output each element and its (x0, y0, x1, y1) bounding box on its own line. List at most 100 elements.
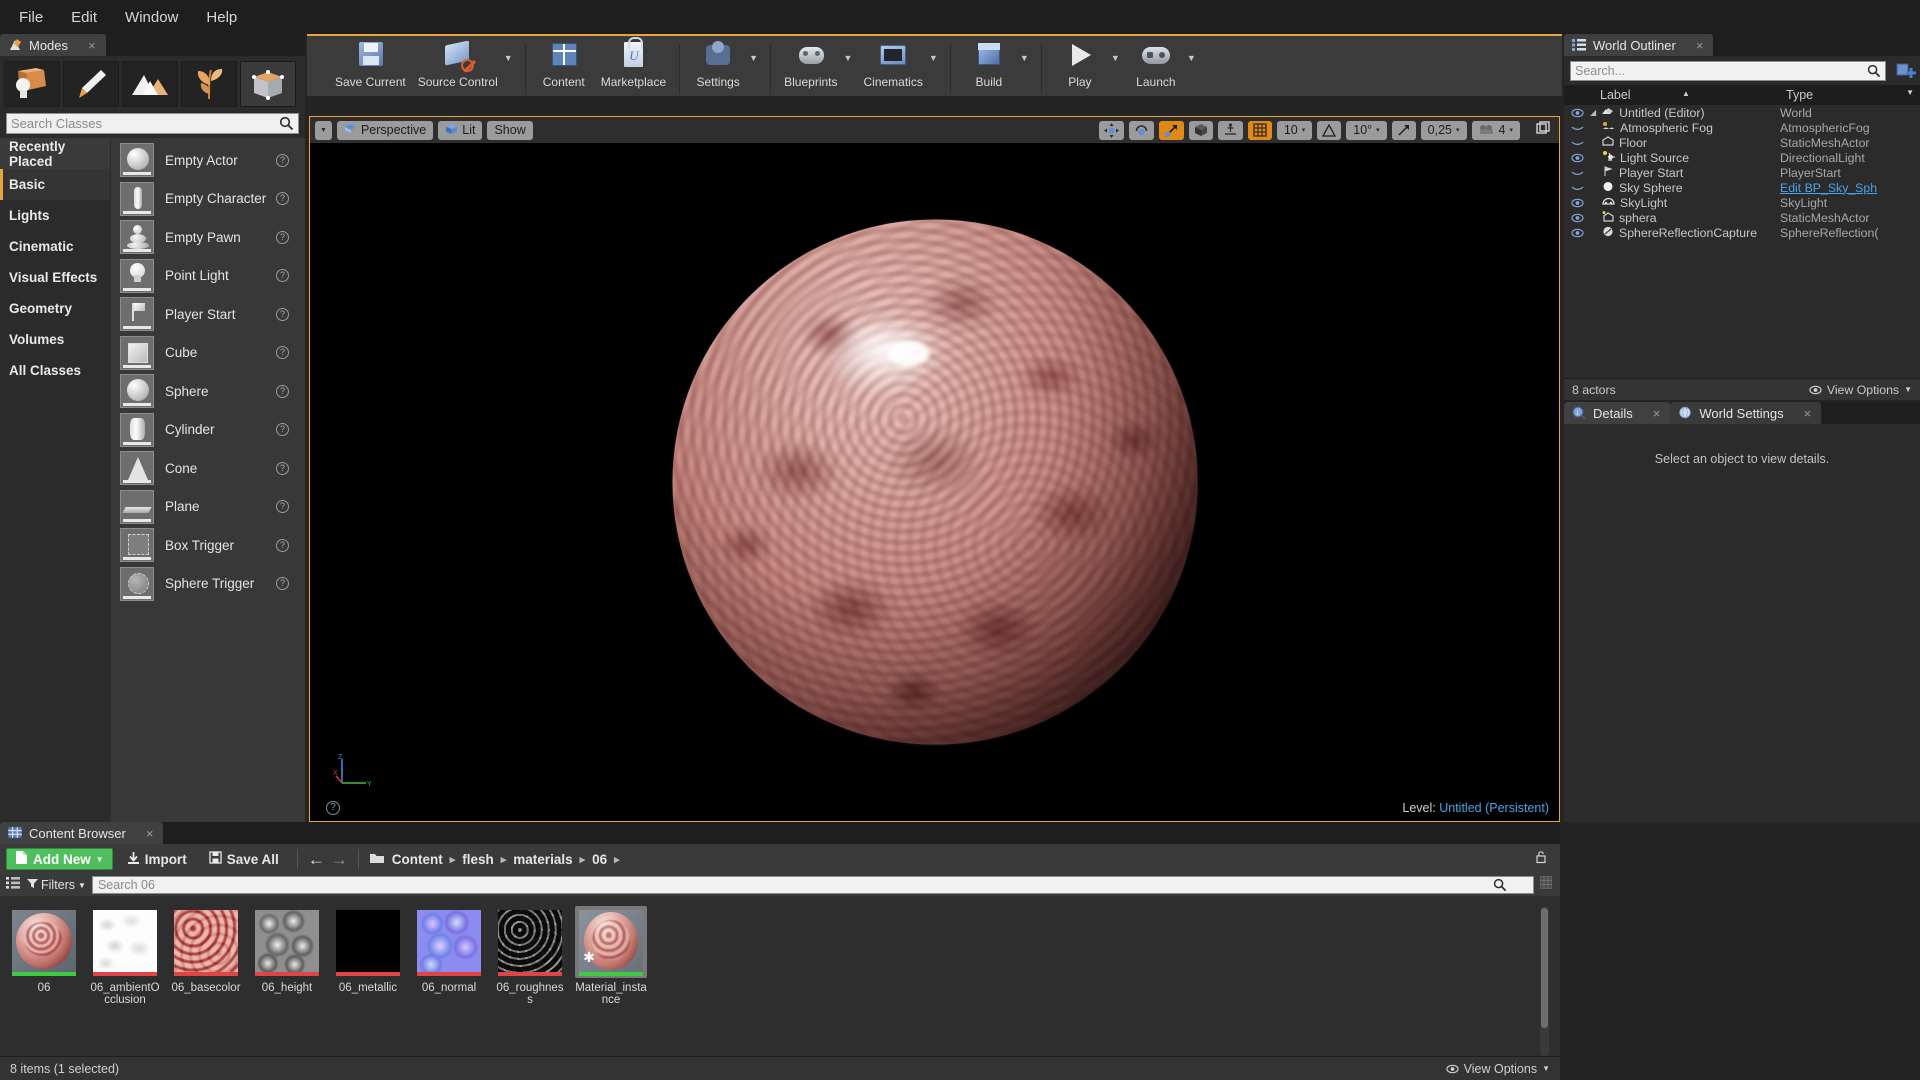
settings-button[interactable]: Settings (687, 35, 749, 89)
category-volumes[interactable]: Volumes (0, 324, 110, 355)
question-icon[interactable]: ? (276, 577, 289, 591)
outliner-row-light-source[interactable]: Light Source DirectionalLight (1564, 150, 1920, 165)
surface-snap-button[interactable] (1217, 120, 1243, 140)
label-column-header[interactable]: Label ▲ (1594, 88, 1780, 102)
category-geometry[interactable]: Geometry (0, 293, 110, 324)
save-current-button[interactable]: Save Current (329, 35, 412, 89)
close-icon[interactable]: × (1696, 38, 1704, 53)
tab-world-outliner[interactable]: World Outliner × (1564, 34, 1714, 56)
save-all-button[interactable]: Save All (201, 848, 287, 870)
view-options-icon[interactable] (1539, 875, 1553, 894)
type-column-header[interactable]: Type ▼ (1780, 88, 1920, 102)
content-view-options-button[interactable]: View Options ▼ (1446, 1062, 1550, 1076)
visibility-toggle[interactable] (1564, 198, 1590, 208)
outliner-row-floor[interactable]: Floor StaticMeshActor (1564, 135, 1920, 150)
grid-snap-toggle[interactable] (1247, 120, 1272, 140)
cinematics-dropdown[interactable]: ▼ (929, 53, 943, 63)
outliner-row-skylight[interactable]: SkyLight SkyLight (1564, 195, 1920, 210)
add-item-icon[interactable] (1896, 62, 1916, 80)
category-lights[interactable]: Lights (0, 200, 110, 231)
breadcrumb-item-materials[interactable]: materials (513, 852, 572, 867)
category-all-classes[interactable]: All Classes (0, 355, 110, 386)
cinematics-button[interactable]: Cinematics (858, 35, 929, 89)
category-visual-effects[interactable]: Visual Effects (0, 262, 110, 293)
maximize-viewport-icon[interactable] (1536, 120, 1550, 140)
paint-mode-button[interactable] (63, 61, 119, 107)
rotate-tool-button[interactable] (1128, 120, 1154, 140)
visibility-toggle[interactable] (1564, 138, 1590, 148)
geometry-edit-mode-button[interactable] (240, 61, 296, 107)
arrow-left-icon[interactable]: ← (308, 851, 325, 868)
angle-snap-toggle[interactable] (1317, 120, 1342, 140)
filters-button[interactable]: Filters ▼ (27, 878, 86, 892)
chevron-right-icon[interactable]: ▸ (614, 853, 620, 866)
outliner-row-player-start[interactable]: Player Start PlayerStart (1564, 165, 1920, 180)
menu-item-edit[interactable]: Edit (58, 5, 110, 30)
view-mode-button[interactable]: Lit (438, 120, 483, 140)
actor-item-empty-actor[interactable]: Empty Actor ? (111, 141, 305, 180)
asset-item-06-metallic[interactable]: 06_metallic (332, 906, 404, 1056)
actor-item-cylinder[interactable]: Cylinder ? (111, 411, 305, 450)
asset-item-06[interactable]: 06 (8, 906, 80, 1056)
play-dropdown[interactable]: ▼ (1111, 53, 1125, 63)
outliner-row-atmospheric-fog[interactable]: Atmospheric Fog AtmosphericFog (1564, 120, 1920, 135)
viewport-canvas[interactable]: Z Y X ? Level: Untitled (Persistent) (310, 143, 1559, 821)
actor-item-empty-character[interactable]: Empty Character ? (111, 180, 305, 219)
source-control-dropdown[interactable]: ▼ (504, 53, 518, 63)
question-icon[interactable]: ? (276, 192, 289, 206)
outliner-row-sky-sphere[interactable]: Sky Sphere Edit BP_Sky_Sph (1564, 180, 1920, 195)
landscape-mode-button[interactable] (122, 61, 178, 107)
visibility-toggle[interactable] (1564, 183, 1590, 193)
question-icon[interactable]: ? (276, 307, 289, 321)
place-mode-button[interactable] (4, 61, 60, 107)
translate-tool-button[interactable] (1098, 120, 1124, 140)
search-icon[interactable] (1493, 878, 1507, 895)
menu-item-file[interactable]: File (6, 5, 56, 30)
category-recently-placed[interactable]: Recently Placed (0, 138, 110, 169)
angle-snap-value[interactable]: 10° ▾ (1346, 120, 1387, 140)
visibility-toggle[interactable] (1564, 168, 1590, 178)
content-button[interactable]: Content (533, 35, 595, 89)
tab-world-settings[interactable]: World Settings × (1670, 402, 1822, 424)
question-icon[interactable]: ? (276, 269, 289, 283)
question-icon[interactable]: ? (276, 500, 289, 514)
scale-snap-value[interactable]: 0,25 ▾ (1420, 120, 1467, 140)
question-icon[interactable]: ? (276, 538, 289, 552)
category-cinematic[interactable]: Cinematic (0, 231, 110, 262)
tab-details[interactable]: i Details × (1564, 402, 1671, 424)
breadcrumb-item-flesh[interactable]: flesh (462, 852, 494, 867)
close-icon[interactable]: × (1653, 406, 1661, 421)
question-icon[interactable]: ? (276, 461, 289, 475)
settings-dropdown[interactable]: ▼ (749, 53, 763, 63)
actor-item-plane[interactable]: Plane ? (111, 488, 305, 527)
build-button[interactable]: Build (958, 35, 1020, 89)
asset-item-06-normal[interactable]: 06_normal (413, 906, 485, 1056)
source-control-button[interactable]: Source Control (412, 35, 504, 89)
breadcrumb-item-06[interactable]: 06 (592, 852, 607, 867)
outliner-row-untitled-editor[interactable]: ◢ Untitled (Editor) World (1564, 105, 1920, 120)
build-dropdown[interactable]: ▼ (1020, 53, 1034, 63)
outliner-row-sphera[interactable]: sphera StaticMeshActor (1564, 210, 1920, 225)
blueprints-dropdown[interactable]: ▼ (844, 53, 858, 63)
close-icon[interactable]: × (146, 826, 154, 841)
visibility-toggle[interactable] (1564, 123, 1590, 133)
launch-dropdown[interactable]: ▼ (1187, 53, 1201, 63)
visibility-toggle[interactable] (1564, 213, 1590, 223)
actor-item-empty-pawn[interactable]: Empty Pawn ? (111, 218, 305, 257)
camera-mode-button[interactable]: Perspective (336, 120, 434, 140)
arrow-right-icon[interactable]: → (331, 851, 348, 868)
outliner-search-input[interactable]: Search... (1570, 61, 1886, 81)
expander-icon[interactable]: ◢ (1590, 108, 1596, 117)
flesh-sphere-mesh[interactable] (672, 219, 1197, 745)
actor-item-cone[interactable]: Cone ? (111, 449, 305, 488)
add-new-button[interactable]: Add New ▼ (6, 848, 113, 870)
question-icon[interactable]: ? (276, 153, 289, 167)
grid-snap-value[interactable]: 10 ▾ (1276, 120, 1313, 140)
question-icon[interactable]: ? (276, 346, 289, 360)
question-icon[interactable]: ? (276, 423, 289, 437)
actor-item-player-start[interactable]: Player Start ? (111, 295, 305, 334)
visibility-toggle[interactable] (1564, 228, 1590, 238)
asset-item-06-basecolor[interactable]: 06_basecolor (170, 906, 242, 1056)
visibility-toggle[interactable] (1564, 153, 1590, 163)
asset-item-06-roughness[interactable]: 06_roughness (494, 906, 566, 1056)
